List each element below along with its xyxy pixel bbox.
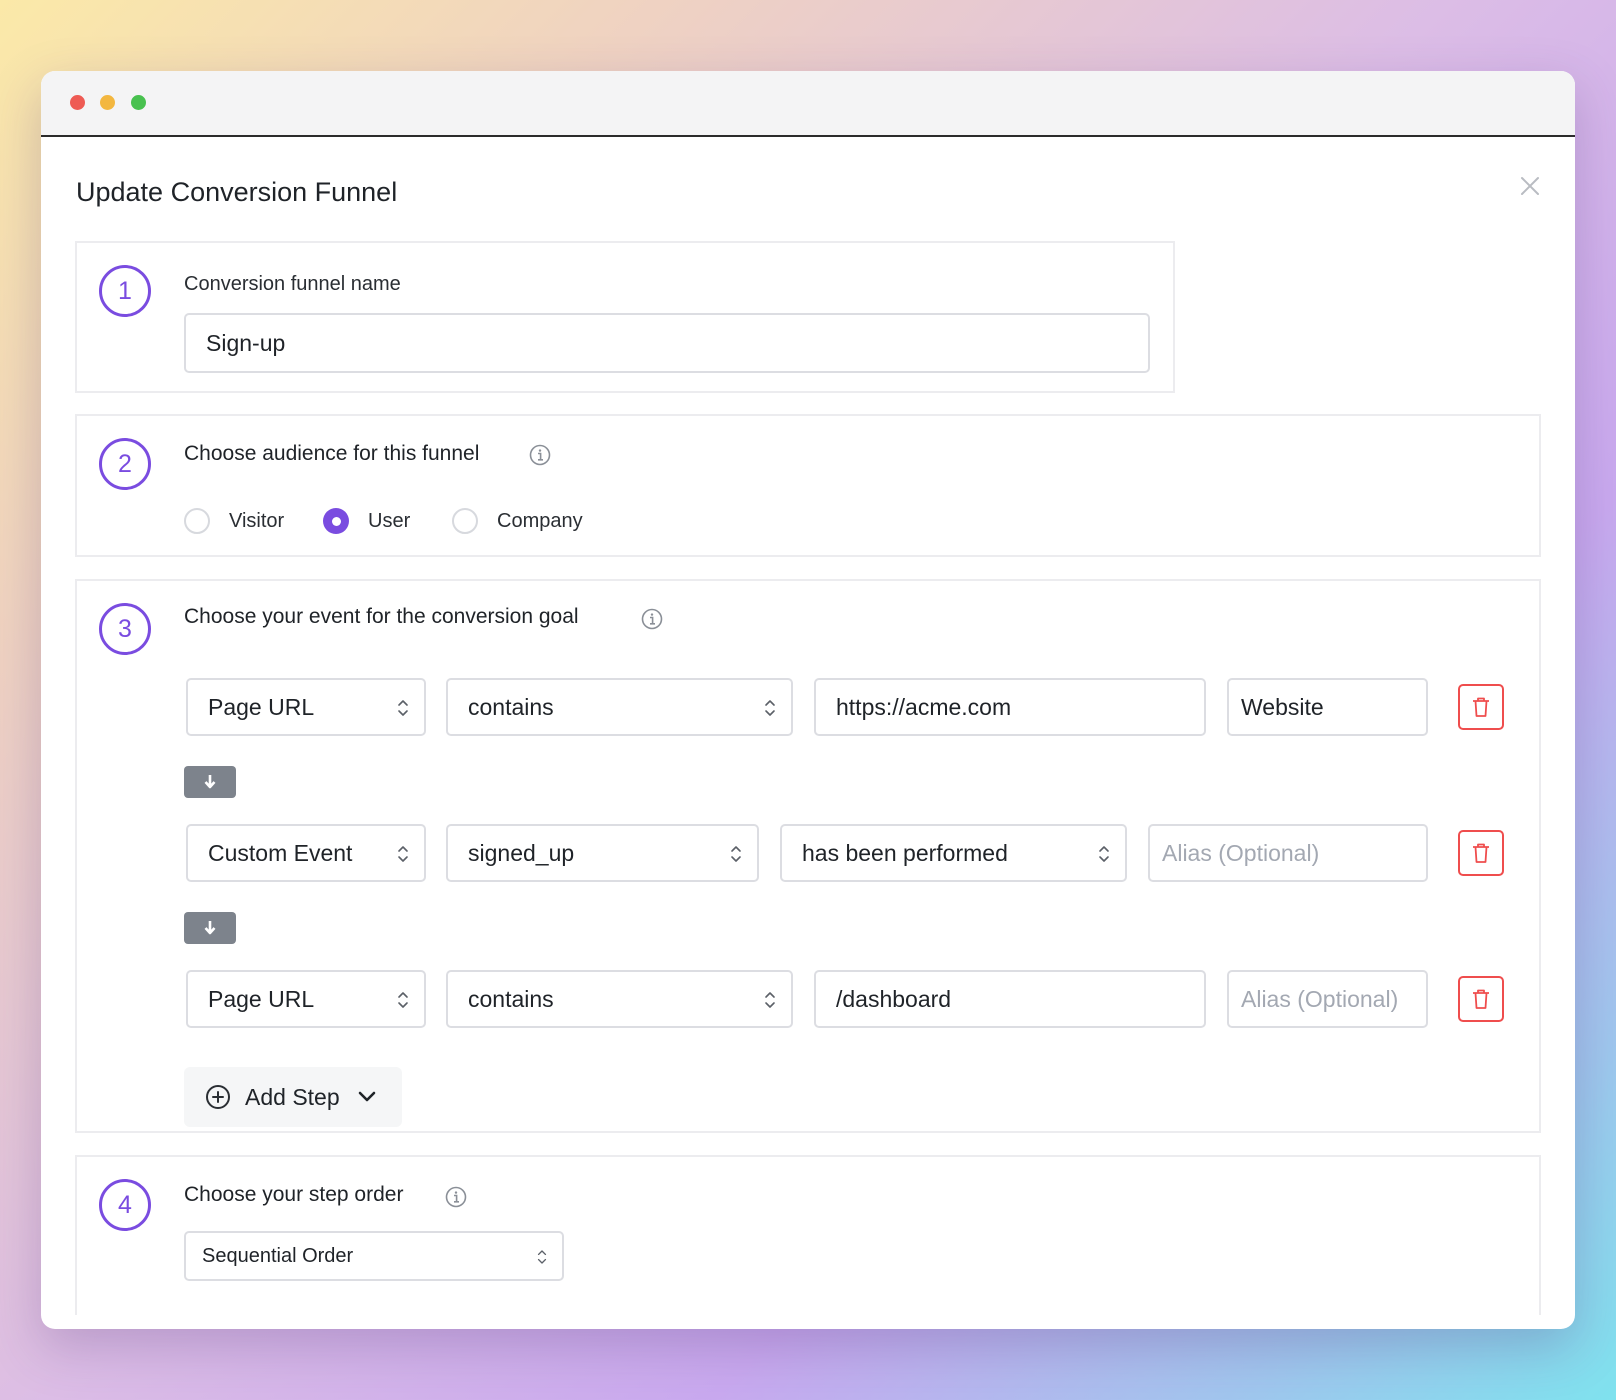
- minimize-window-button[interactable]: [100, 95, 115, 110]
- step-1-card: 1 Conversion funnel name: [75, 241, 1175, 393]
- add-step-button[interactable]: Add Step: [184, 1067, 402, 1127]
- step-3-card: 3 Choose your event for the conversion g…: [75, 579, 1541, 1133]
- audience-option-user[interactable]: User: [323, 508, 410, 534]
- step-connector-arrow-1[interactable]: [184, 766, 236, 798]
- plus-circle-icon: [206, 1085, 230, 1109]
- operator-select-3[interactable]: contains: [446, 970, 793, 1028]
- audience-option-visitor[interactable]: Visitor: [184, 508, 284, 534]
- select-value: contains: [468, 693, 554, 720]
- select-value: Page URL: [208, 693, 315, 720]
- custom-event-select-2[interactable]: signed_up: [446, 824, 759, 882]
- step-connector-arrow-2[interactable]: [184, 912, 236, 944]
- modal-title: Update Conversion Funnel: [76, 177, 398, 207]
- alias-input-2[interactable]: [1148, 824, 1428, 882]
- step-4-badge: 4: [99, 1179, 151, 1231]
- step-4-card: 4 Choose your step order Sequential Orde…: [75, 1155, 1541, 1315]
- step-2-card: 2 Choose audience for this funnel Visito…: [75, 414, 1541, 557]
- radio-circle[interactable]: [184, 508, 210, 534]
- delete-step-button-2[interactable]: [1458, 830, 1504, 876]
- radio-label: Visitor: [229, 509, 285, 532]
- select-value: Page URL: [208, 985, 315, 1012]
- event-type-select-3[interactable]: Page URL: [186, 970, 426, 1028]
- radio-label: User: [368, 509, 411, 532]
- delete-step-button-1[interactable]: [1458, 684, 1504, 730]
- chevron-down-icon: [358, 1091, 375, 1102]
- radio-label: Company: [497, 509, 583, 532]
- arrow-down-icon: [204, 775, 216, 789]
- chevron-updown-icon: [398, 846, 408, 862]
- chevron-updown-icon: [731, 846, 741, 862]
- alias-input-3[interactable]: [1227, 970, 1428, 1028]
- alias-input-1[interactable]: [1227, 678, 1428, 736]
- audience-option-company[interactable]: Company: [452, 508, 583, 534]
- chevron-updown-icon: [765, 700, 775, 716]
- url-value-input-1[interactable]: [814, 678, 1206, 736]
- step-2-badge: 2: [99, 438, 151, 490]
- add-step-label: Add Step: [245, 1083, 340, 1110]
- trash-icon: [1473, 697, 1489, 717]
- close-icon[interactable]: [1519, 175, 1541, 197]
- modal: Update Conversion Funnel 1 Conversion fu…: [41, 137, 1575, 1329]
- radio-circle[interactable]: [452, 508, 478, 534]
- condition-select-2[interactable]: has been performed: [780, 824, 1127, 882]
- funnel-name-input[interactable]: [184, 313, 1150, 373]
- event-goal-label: Choose your event for the conversion goa…: [184, 605, 579, 628]
- delete-step-button-3[interactable]: [1458, 976, 1504, 1022]
- info-icon[interactable]: [641, 608, 663, 630]
- audience-label: Choose audience for this funnel: [184, 442, 480, 465]
- chevron-updown-icon: [537, 1250, 547, 1264]
- info-icon[interactable]: [529, 444, 551, 466]
- arrow-down-icon: [204, 921, 216, 935]
- step-order-label: Choose your step order: [184, 1183, 404, 1206]
- step-1-badge: 1: [99, 265, 151, 317]
- select-value: contains: [468, 985, 554, 1012]
- app-window: Update Conversion Funnel 1 Conversion fu…: [41, 71, 1575, 1329]
- chevron-updown-icon: [765, 992, 775, 1008]
- select-value: Sequential Order: [202, 1244, 354, 1267]
- maximize-window-button[interactable]: [131, 95, 146, 110]
- step-3-badge: 3: [99, 603, 151, 655]
- funnel-name-label: Conversion funnel name: [184, 273, 401, 295]
- window-titlebar: [41, 71, 1575, 137]
- select-value: Custom Event: [208, 839, 353, 866]
- info-icon[interactable]: [445, 1186, 467, 1208]
- url-value-input-3[interactable]: [814, 970, 1206, 1028]
- step-order-select[interactable]: Sequential Order: [184, 1231, 564, 1281]
- chevron-updown-icon: [1099, 846, 1109, 862]
- event-type-select-1[interactable]: Page URL: [186, 678, 426, 736]
- trash-icon: [1473, 989, 1489, 1009]
- operator-select-1[interactable]: contains: [446, 678, 793, 736]
- select-value: has been performed: [802, 839, 1008, 866]
- select-value: signed_up: [468, 839, 575, 866]
- chevron-updown-icon: [398, 700, 408, 716]
- event-type-select-2[interactable]: Custom Event: [186, 824, 426, 882]
- close-window-button[interactable]: [70, 95, 85, 110]
- trash-icon: [1473, 843, 1489, 863]
- radio-circle-selected[interactable]: [323, 508, 349, 534]
- chevron-updown-icon: [398, 992, 408, 1008]
